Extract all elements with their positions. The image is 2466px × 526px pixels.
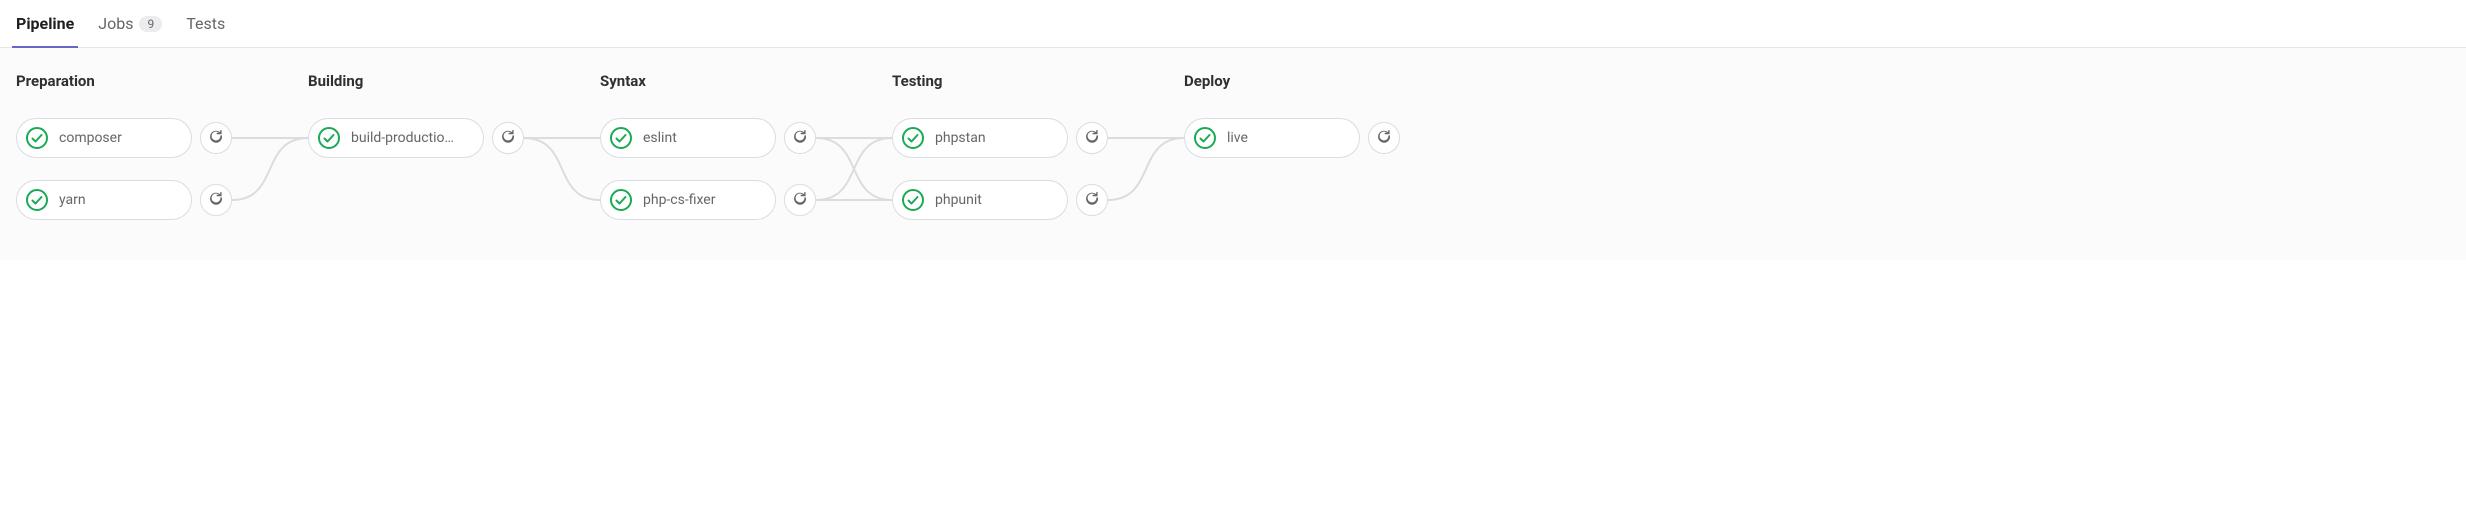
tab-pipeline[interactable]: Pipeline	[16, 0, 74, 47]
stage-title: Building	[308, 72, 528, 90]
job-phpstan[interactable]: phpstan	[892, 118, 1068, 158]
retry-icon	[208, 128, 224, 148]
retry-button[interactable]	[200, 122, 232, 154]
job-yarn[interactable]: yarn	[16, 180, 192, 220]
job-name-label: phpunit	[935, 192, 1061, 208]
retry-button[interactable]	[1076, 122, 1108, 154]
job-composer[interactable]: composer	[16, 118, 192, 158]
stage-testing: Testing phpstan	[892, 72, 1112, 220]
pipeline-tabs: Pipeline Jobs 9 Tests	[0, 0, 2466, 48]
stage-title: Syntax	[600, 72, 820, 90]
job-row: eslint	[600, 118, 820, 158]
job-row: yarn	[16, 180, 236, 220]
job-eslint[interactable]: eslint	[600, 118, 776, 158]
job-row: phpunit	[892, 180, 1112, 220]
job-name-label: yarn	[59, 192, 185, 208]
stage-deploy: Deploy live	[1184, 72, 1404, 158]
job-name-label: build-productio…	[351, 130, 477, 146]
stage-syntax: Syntax eslint	[600, 72, 820, 220]
tab-pipeline-label: Pipeline	[16, 14, 74, 33]
job-live[interactable]: live	[1184, 118, 1360, 158]
retry-icon	[500, 128, 516, 148]
success-icon	[901, 126, 925, 150]
stage-title: Preparation	[16, 72, 236, 90]
job-name-label: composer	[59, 130, 185, 146]
retry-button[interactable]	[200, 184, 232, 216]
tab-tests[interactable]: Tests	[186, 0, 225, 47]
pipeline-graph: Preparation composer	[0, 48, 2466, 260]
success-icon	[609, 126, 633, 150]
job-row: phpstan	[892, 118, 1112, 158]
job-row: live	[1184, 118, 1404, 158]
success-icon	[25, 126, 49, 150]
retry-button[interactable]	[784, 122, 816, 154]
retry-icon	[792, 190, 808, 210]
job-build-production[interactable]: build-productio…	[308, 118, 484, 158]
jobs-count-badge: 9	[139, 16, 162, 32]
tab-jobs[interactable]: Jobs 9	[98, 0, 162, 47]
retry-icon	[208, 190, 224, 210]
job-name-label: live	[1227, 130, 1353, 146]
job-row: composer	[16, 118, 236, 158]
job-php-cs-fixer[interactable]: php-cs-fixer	[600, 180, 776, 220]
job-name-label: phpstan	[935, 130, 1061, 146]
retry-icon	[1376, 128, 1392, 148]
retry-button[interactable]	[1076, 184, 1108, 216]
success-icon	[1193, 126, 1217, 150]
retry-button[interactable]	[492, 122, 524, 154]
stage-title: Deploy	[1184, 72, 1404, 90]
tab-jobs-label: Jobs	[98, 14, 133, 33]
stage-title: Testing	[892, 72, 1112, 90]
job-name-label: eslint	[643, 130, 769, 146]
success-icon	[25, 188, 49, 212]
job-name-label: php-cs-fixer	[643, 192, 769, 208]
success-icon	[901, 188, 925, 212]
job-phpunit[interactable]: phpunit	[892, 180, 1068, 220]
success-icon	[609, 188, 633, 212]
retry-icon	[1084, 128, 1100, 148]
job-row: php-cs-fixer	[600, 180, 820, 220]
stage-preparation: Preparation composer	[16, 72, 236, 220]
retry-icon	[1084, 190, 1100, 210]
tab-tests-label: Tests	[186, 14, 225, 33]
retry-button[interactable]	[784, 184, 816, 216]
retry-button[interactable]	[1368, 122, 1400, 154]
job-row: build-productio…	[308, 118, 528, 158]
success-icon	[317, 126, 341, 150]
retry-icon	[792, 128, 808, 148]
stage-building: Building build-productio…	[308, 72, 528, 158]
